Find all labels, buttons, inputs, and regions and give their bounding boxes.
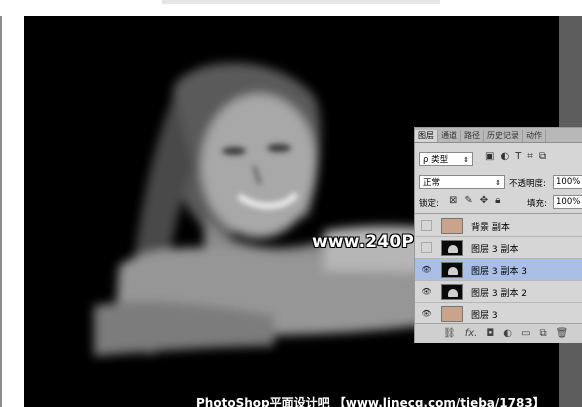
layer-row-background-copy[interactable]: 背景 副本 — [415, 215, 582, 237]
new-layer-icon[interactable]: ⧉ — [539, 328, 546, 339]
tab-channels[interactable]: 通道 — [438, 130, 461, 142]
lock-all-icon[interactable]: 🔒︎ — [495, 195, 500, 206]
lock-label: 锁定: — [419, 199, 439, 209]
stepper-icon: ⇕ — [463, 156, 469, 164]
layer-name: 图层 3 副本 2 — [471, 289, 528, 299]
lock-image-icon[interactable]: ✎ — [464, 195, 472, 206]
filter-row: ρ 类型 ⇕ ▣ ◐ T ⌗ ⧉ — [415, 150, 582, 168]
blend-mode-row: 正常 ⇕ 不透明度: 100% — [415, 173, 582, 191]
lock-position-icon[interactable]: ✥ — [480, 195, 488, 206]
tab-history[interactable]: 历史记录 — [484, 130, 523, 142]
left-edge — [0, 16, 2, 407]
layer-name: 图层 3 — [471, 311, 498, 321]
link-layers-icon[interactable]: ⛓ — [443, 328, 456, 339]
layer-name: 图层 3 副本 3 — [471, 267, 528, 277]
tab-actions[interactable]: 动作 — [523, 130, 546, 142]
type-filter-icon[interactable]: T — [515, 151, 521, 162]
smart-object-filter-icon[interactable]: ⧉ — [539, 151, 546, 162]
layer-name: 图层 3 副本 — [471, 245, 519, 255]
tab-layers[interactable]: 图层 — [415, 130, 438, 142]
group-folder-icon[interactable]: ▭ — [521, 328, 530, 339]
layer-thumbnail — [441, 240, 463, 256]
stepper-icon: ⇕ — [495, 179, 501, 187]
visibility-toggle[interactable] — [421, 220, 432, 231]
panel-bottom-bar: ⛓ fx. ◘ ◐ ▭ ⧉ 🗑︎ — [415, 323, 582, 343]
tab-paths[interactable]: 路径 — [461, 130, 484, 142]
layer-row-layer3[interactable]: 👁︎ 图层 3 — [415, 303, 582, 325]
divider — [415, 213, 582, 214]
opacity-label: 不透明度: — [509, 179, 546, 189]
lock-transparent-icon[interactable]: ⊠ — [449, 195, 457, 206]
document-top-bar — [162, 0, 440, 4]
layer-row-layer3-copy[interactable]: 图层 3 副本 — [415, 237, 582, 259]
filter-kind-value: ρ 类型 — [423, 155, 449, 165]
footer-credit: PhotoShop平面设计吧 【www.linecg.com/tieba/178… — [196, 396, 545, 407]
adjustment-layer-icon[interactable]: ◐ — [503, 328, 512, 339]
layers-panel: 图层 通道 路径 历史记录 动作 ρ 类型 ⇕ ▣ ◐ T ⌗ ⧉ 正常 ⇕ 不… — [414, 127, 582, 343]
layer-thumbnail — [441, 218, 463, 234]
lock-icons: ⊠ ✎ ✥ 🔒︎ — [449, 195, 501, 206]
layer-thumbnail — [441, 262, 463, 278]
fill-field[interactable]: 100% — [553, 195, 582, 209]
layer-name: 背景 副本 — [471, 223, 510, 233]
image-filter-icon[interactable]: ▣ — [485, 151, 494, 162]
shape-filter-icon[interactable]: ⌗ — [527, 151, 533, 162]
layer-row-layer3-copy2[interactable]: 👁︎ 图层 3 副本 2 — [415, 281, 582, 303]
filter-icons: ▣ ◐ T ⌗ ⧉ — [485, 151, 546, 162]
trash-icon[interactable]: 🗑︎ — [556, 328, 569, 339]
eye-icon[interactable]: 👁︎ — [421, 308, 432, 319]
fill-label: 填充: — [527, 199, 547, 209]
layer-thumbnail — [441, 284, 463, 300]
mask-icon[interactable]: ◘ — [486, 328, 494, 339]
opacity-field[interactable]: 100% — [553, 175, 582, 189]
lock-row: 锁定: ⊠ ✎ ✥ 🔒︎ 填充: 100% — [415, 193, 582, 211]
layer-thumbnail — [441, 306, 463, 322]
eye-icon[interactable]: 👁︎ — [421, 264, 432, 275]
adjustment-filter-icon[interactable]: ◐ — [500, 151, 509, 162]
panel-tabs: 图层 通道 路径 历史记录 动作 — [415, 128, 582, 143]
eye-icon[interactable]: 👁︎ — [421, 286, 432, 297]
blend-mode-select[interactable]: 正常 ⇕ — [419, 175, 505, 189]
fx-icon[interactable]: fx. — [465, 328, 478, 339]
visibility-toggle[interactable] — [421, 242, 432, 253]
layer-row-layer3-copy3[interactable]: 👁︎ 图层 3 副本 3 — [415, 259, 582, 281]
blend-mode-value: 正常 — [423, 178, 441, 188]
filter-kind-select[interactable]: ρ 类型 ⇕ — [419, 152, 473, 166]
